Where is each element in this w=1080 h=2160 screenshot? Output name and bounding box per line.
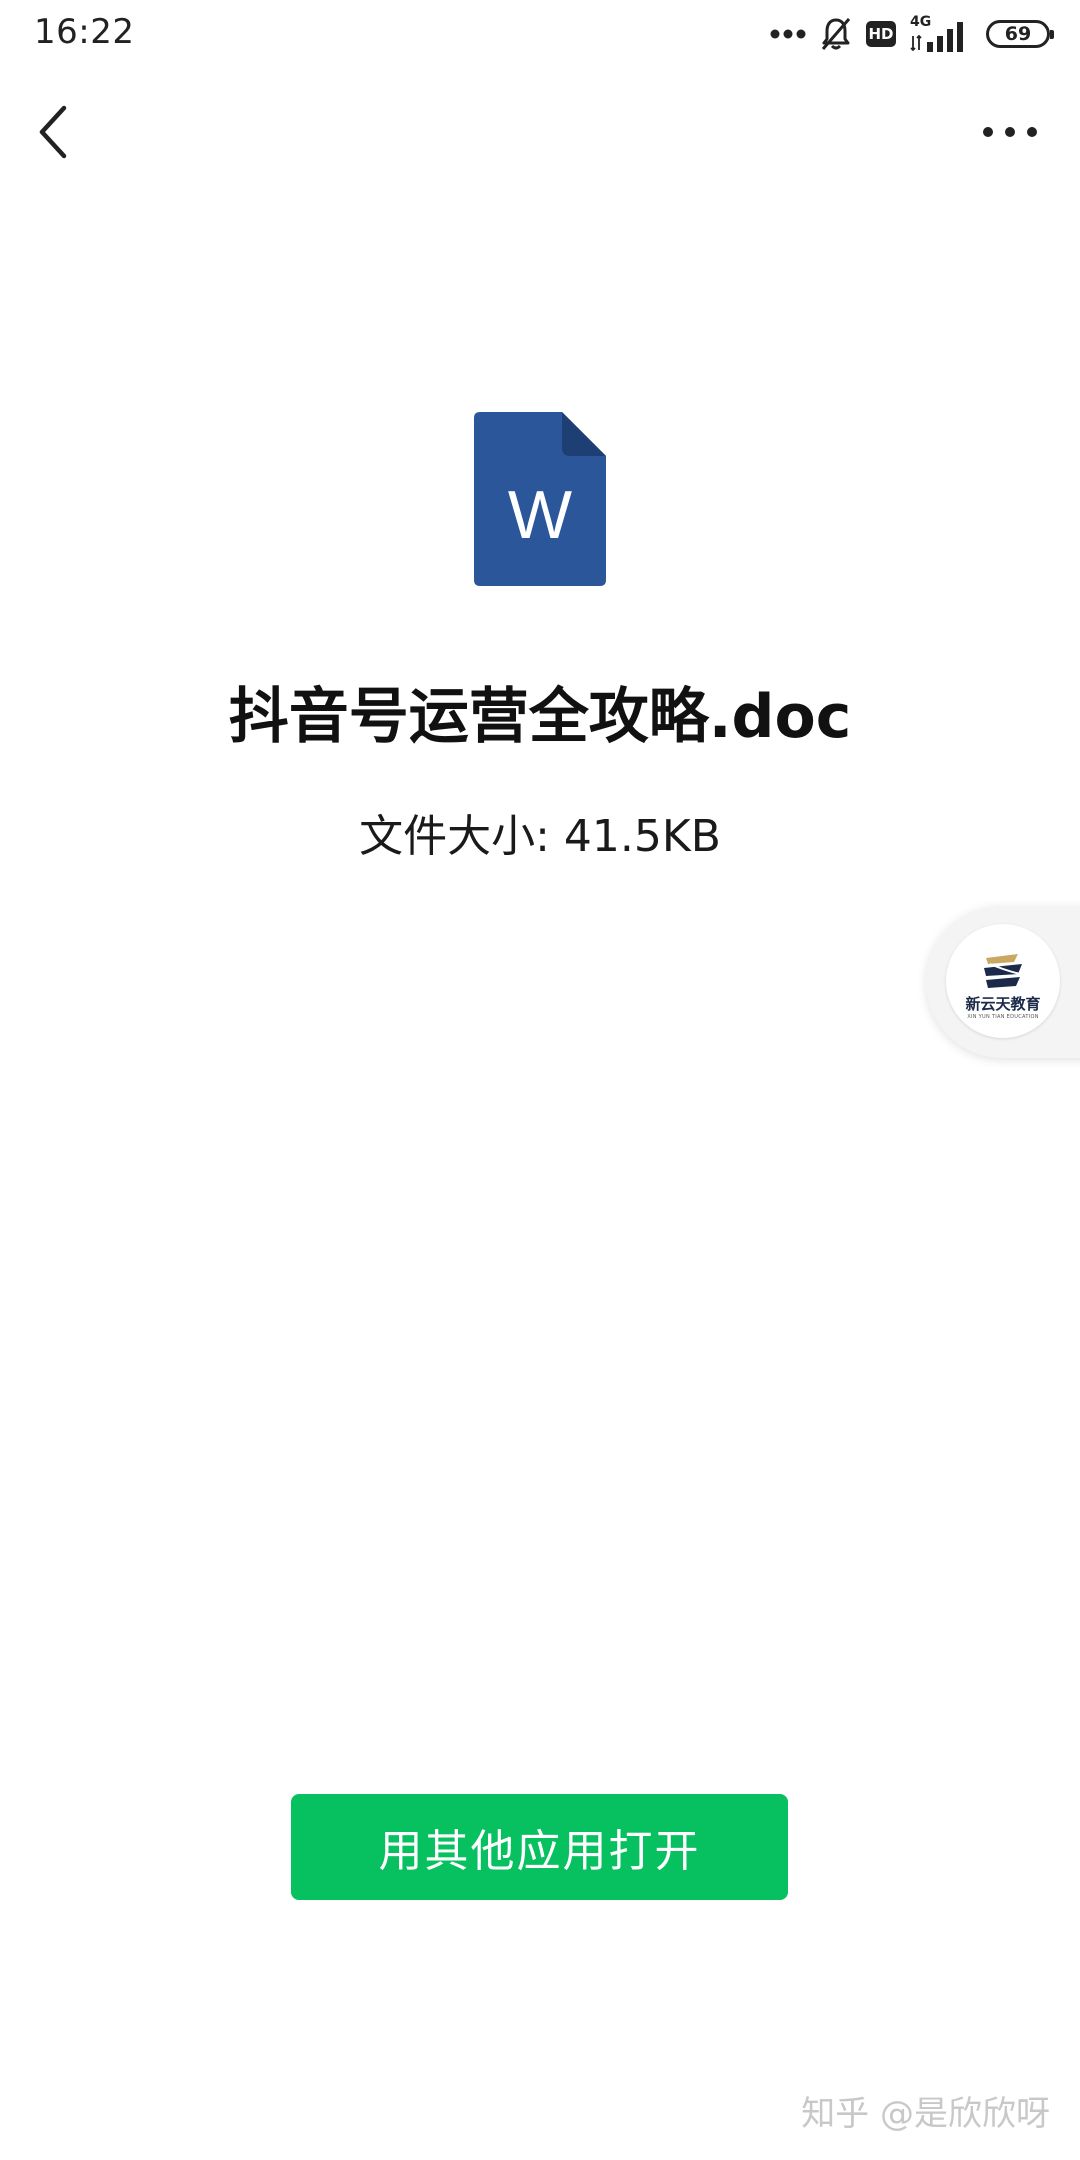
back-button[interactable] bbox=[32, 100, 76, 164]
file-size: 文件大小: 41.5KB bbox=[359, 811, 721, 862]
watermark: 知乎 @是欣欣呀 bbox=[801, 2094, 1050, 2134]
status-icons: HD 4G 69 bbox=[770, 14, 1054, 54]
battery-icon: 69 bbox=[986, 20, 1054, 48]
word-icon-letter: W bbox=[508, 477, 572, 553]
brand-logo: 新云天教育 XIN YUN TIAN EDUCATION bbox=[946, 924, 1060, 1038]
floating-window-bubble[interactable]: 新云天教育 XIN YUN TIAN EDUCATION bbox=[926, 906, 1080, 1058]
brand-logo-icon bbox=[984, 954, 1022, 988]
more-dots-icon bbox=[983, 127, 1037, 137]
brand-subtitle: XIN YUN TIAN EDUCATION bbox=[967, 1014, 1039, 1020]
more-options-button[interactable] bbox=[980, 118, 1040, 146]
open-with-other-app-button[interactable]: 用其他应用打开 bbox=[291, 1794, 788, 1900]
chevron-left-icon bbox=[39, 105, 67, 159]
word-document-icon: W bbox=[474, 412, 606, 586]
brand-name: 新云天教育 bbox=[965, 995, 1041, 1013]
status-bar: 16:22 HD 4G 69 bbox=[0, 0, 1080, 70]
file-name: 抖音号运营全攻略.doc bbox=[228, 682, 852, 752]
more-notifications-icon bbox=[770, 29, 806, 39]
signal-indicator: 4G bbox=[910, 14, 972, 54]
signal-bars-icon bbox=[910, 22, 963, 52]
status-time: 16:22 bbox=[34, 12, 135, 52]
bell-muted-icon bbox=[821, 18, 851, 50]
hd-voice-icon: HD bbox=[866, 21, 896, 47]
